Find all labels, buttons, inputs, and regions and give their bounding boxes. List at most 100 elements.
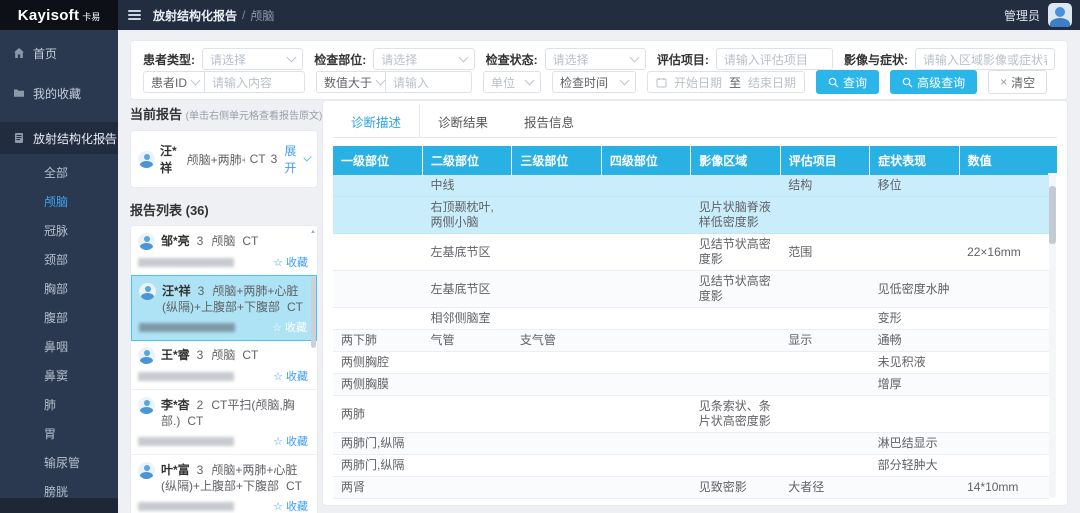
image-symptom-input[interactable]: 请输入区域影像或症状表现 [915,48,1055,70]
sidebar-subitem-10[interactable]: 输尿管 [0,449,118,478]
table-cell[interactable]: 见片状脑脊液样低密度影 [691,197,780,234]
exam-part-select[interactable]: 请选择 [373,48,474,70]
table-cell[interactable] [959,308,1048,330]
sidebar-item-favorites[interactable]: 我的收藏 [0,78,118,108]
table-cell[interactable] [512,477,601,499]
report-list-item[interactable]: 叶*富3颅脑+两肺+心脏(纵隔)+上腹部+下腹部CT ☆收藏 [131,455,317,513]
table-cell[interactable] [422,433,511,455]
report-list-item[interactable]: 邹*亮3颅脑CT ☆收藏 [131,226,317,276]
favorite-button[interactable]: ☆收藏 [273,433,308,449]
patient-type-select[interactable]: 请选择 [202,48,303,70]
table-cell[interactable] [601,433,690,455]
sidebar-subitem-4[interactable]: 胸部 [0,275,118,304]
table-cell[interactable] [422,477,511,499]
table-cell[interactable] [691,352,780,374]
favorite-button[interactable]: ☆收藏 [273,368,308,384]
table-cell[interactable]: 两肺 [333,396,422,433]
patient-id-input[interactable]: 请输入内容 [205,71,305,93]
table-cell[interactable] [601,352,690,374]
table-cell[interactable] [601,197,690,234]
table-cell[interactable] [959,271,1048,308]
table-cell[interactable]: 见结节状高密度影 [691,271,780,308]
table-cell[interactable] [422,374,511,396]
scrollbar-thumb[interactable] [1049,186,1056,244]
sidebar-subitem-7[interactable]: 鼻窦 [0,362,118,391]
table-cell[interactable] [959,396,1048,433]
date-range-picker[interactable]: 开始日期 至 结束日期 [647,71,805,93]
table-cell[interactable] [601,330,690,352]
collapse-menu-icon[interactable] [128,10,141,20]
expand-button[interactable]: 展开 [284,142,310,176]
table-cell[interactable]: 支气管 [512,330,601,352]
report-list-item[interactable]: 王*睿3颅脑CT ☆收藏 [131,340,317,390]
table-cell[interactable] [780,352,869,374]
table-cell[interactable] [959,455,1048,477]
table-cell[interactable] [780,433,869,455]
table-cell[interactable] [601,308,690,330]
table-cell[interactable] [870,396,959,433]
table-cell[interactable] [601,477,690,499]
table-cell[interactable]: 相邻侧脑室 [422,308,511,330]
table-cell[interactable] [601,455,690,477]
table-cell[interactable]: 结节样增粗 [870,499,959,503]
table-cell[interactable] [959,374,1048,396]
sidebar-subitem-2[interactable]: 冠脉 [0,217,118,246]
unit-select[interactable]: 单位 [483,71,541,93]
table-cell[interactable]: 部分轻肿大 [870,455,959,477]
table-cell[interactable] [691,330,780,352]
sidebar-subitem-0[interactable]: 全部 [0,159,118,188]
table-cell[interactable]: 两肺门,纵隔 [333,455,422,477]
search-button[interactable]: 查询 [816,70,879,94]
table-cell[interactable] [512,271,601,308]
table-cell[interactable] [512,396,601,433]
table-cell[interactable] [691,175,780,197]
table-cell[interactable]: 通畅 [870,330,959,352]
sidebar-subitem-6[interactable]: 鼻咽 [0,333,118,362]
table-cell[interactable]: 两肾 [333,477,422,499]
table-cell[interactable] [959,433,1048,455]
table-cell[interactable] [959,197,1048,234]
table-cell[interactable] [422,396,511,433]
table-cell[interactable] [512,352,601,374]
report-list-item[interactable]: 李*杳2CT平扫(颅脑,胸部.)CT ☆收藏 [131,390,317,455]
table-cell[interactable] [780,396,869,433]
table-cell[interactable]: 增厚 [870,374,959,396]
sidebar-subitem-1[interactable]: 颅脑 [0,188,118,217]
table-cell[interactable] [691,499,780,503]
table-cell[interactable]: 左基底节区 [422,234,511,271]
advanced-search-button[interactable]: 高级查询 [890,70,977,94]
table-cell[interactable]: 14*10mm [959,477,1048,499]
table-cell[interactable] [959,330,1048,352]
table-cell[interactable] [512,433,601,455]
table-cell[interactable] [333,234,422,271]
table-scrollbar[interactable] [1047,146,1057,502]
table-cell[interactable] [512,234,601,271]
table-cell[interactable]: 两侧胸膜 [333,374,422,396]
tab-0[interactable]: 诊断描述 [333,105,420,137]
table-cell[interactable] [512,455,601,477]
table-cell[interactable]: 淋巴结显示 [870,433,959,455]
sidebar-subitem-8[interactable]: 肺 [0,391,118,420]
sidebar-item-structured-reports[interactable]: 放射结构化报告 [0,122,118,154]
table-cell[interactable]: 见致密影 [691,477,780,499]
table-cell[interactable] [512,175,601,197]
value-input[interactable]: 请输入 [386,71,472,93]
table-cell[interactable]: 右顶颞枕叶,两侧小脑 [422,197,511,234]
table-cell[interactable]: 两侧胸腔 [333,352,422,374]
table-cell[interactable]: 大者径 [780,477,869,499]
table-cell[interactable]: 移位 [870,175,959,197]
table-cell[interactable] [333,175,422,197]
favorite-button[interactable]: ☆收藏 [273,498,308,513]
table-cell[interactable] [780,499,869,503]
table-cell[interactable] [512,374,601,396]
table-cell[interactable] [601,271,690,308]
breadcrumb-root[interactable]: 放射结构化报告 [153,7,237,24]
table-cell[interactable] [959,352,1048,374]
table-cell[interactable] [601,234,690,271]
table-cell[interactable] [512,308,601,330]
table-cell[interactable]: 见条索状、条片状高密度影 [691,396,780,433]
current-report-card[interactable]: 汪*祥 颅脑+两肺+心... CT 3 展开 [130,130,318,188]
scroll-up-icon[interactable]: ▲ [310,229,316,235]
table-cell[interactable] [512,197,601,234]
favorite-button[interactable]: ☆收藏 [273,254,308,270]
